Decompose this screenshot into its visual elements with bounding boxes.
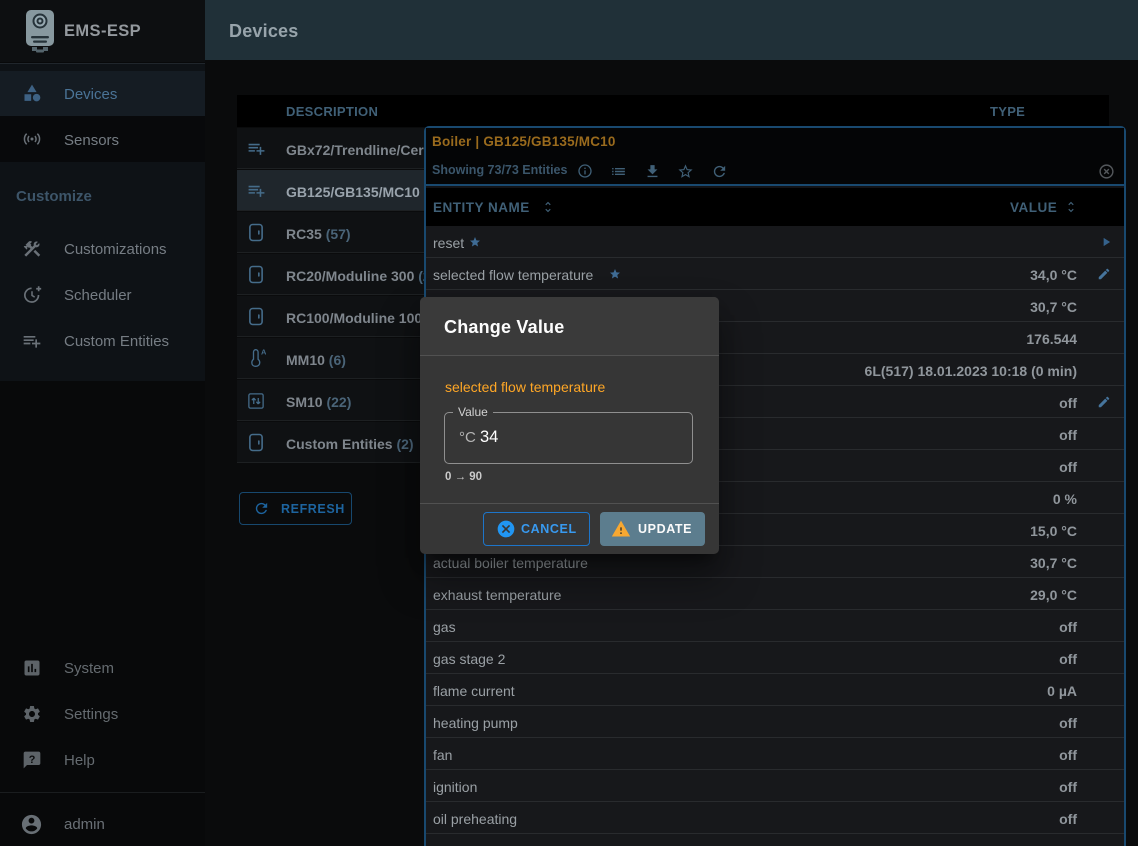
- svg-text:A: A: [261, 348, 266, 357]
- svg-text:?: ?: [29, 754, 36, 766]
